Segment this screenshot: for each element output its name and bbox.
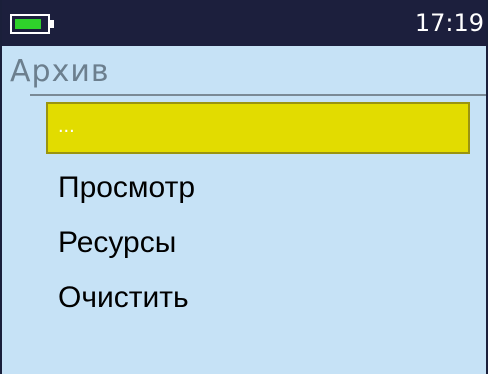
clock: 17:19 xyxy=(414,9,484,37)
menu-item-resources[interactable]: Ресурсы xyxy=(46,217,470,269)
device-screen: 17:19 Архив ... Просмотр Ресурсы Очистит… xyxy=(0,0,488,374)
battery-icon xyxy=(10,14,55,34)
battery-body xyxy=(10,14,50,34)
menu-item-clear[interactable]: Очистить xyxy=(46,272,470,324)
title-divider xyxy=(30,94,486,96)
page-title: Архив xyxy=(10,54,110,89)
menu-item-back[interactable]: ... xyxy=(46,102,470,154)
battery-tip xyxy=(50,20,54,28)
battery-fill xyxy=(15,19,41,29)
menu-item-view[interactable]: Просмотр xyxy=(46,162,470,214)
status-bar: 17:19 xyxy=(2,0,486,46)
